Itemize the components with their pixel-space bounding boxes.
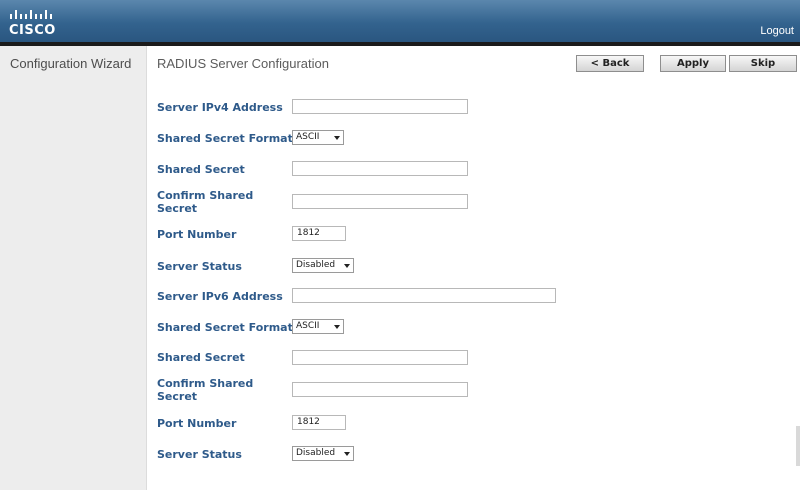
back-button[interactable]: < Back [576, 55, 644, 72]
ipv4-address-input[interactable] [292, 99, 468, 114]
ipv6-confirm-secret-input[interactable] [292, 382, 468, 397]
chevron-down-icon [334, 136, 340, 140]
ipv6-port-input[interactable]: 1812 [292, 415, 346, 430]
chevron-down-icon [344, 452, 350, 456]
ipv4-shared-secret-input[interactable] [292, 161, 468, 176]
page-title: RADIUS Server Configuration [157, 56, 329, 71]
ipv6-server-status-value: Disabled [296, 448, 336, 458]
ipv4-secret-format-value: ASCII [296, 132, 320, 142]
chevron-down-icon [344, 264, 350, 268]
ipv4-secret-format-select[interactable]: ASCII [292, 130, 344, 145]
ipv4-confirm-secret-label-line2: Secret [157, 202, 198, 215]
ipv4-port-label: Port Number [157, 228, 237, 241]
sidebar: Configuration Wizard [0, 46, 147, 490]
ipv6-server-status-label: Server Status [157, 448, 242, 461]
ipv4-confirm-secret-label: Confirm Shared Secret [157, 189, 277, 215]
ipv6-secret-format-value: ASCII [296, 321, 320, 331]
ipv4-server-status-value: Disabled [296, 260, 336, 270]
sidebar-item-configuration-wizard[interactable]: Configuration Wizard [10, 56, 131, 71]
ipv6-server-status-select[interactable]: Disabled [292, 446, 354, 461]
ipv4-shared-secret-label: Shared Secret [157, 163, 245, 176]
ipv4-confirm-secret-label-line1: Confirm Shared [157, 189, 254, 202]
ipv4-server-status-label: Server Status [157, 260, 242, 273]
ipv4-server-status-select[interactable]: Disabled [292, 258, 354, 273]
ipv4-secret-format-label: Shared Secret Format [157, 132, 293, 145]
apply-button[interactable]: Apply [660, 55, 726, 72]
ipv6-address-label: Server IPv6 Address [157, 290, 283, 303]
cisco-logo-text: CISCO [9, 23, 56, 38]
chevron-down-icon [334, 325, 340, 329]
ipv6-port-label: Port Number [157, 417, 237, 430]
ipv6-confirm-secret-label-line1: Confirm Shared [157, 377, 254, 390]
logout-link[interactable]: Logout [760, 25, 794, 37]
ipv6-address-input[interactable] [292, 288, 556, 303]
ipv6-confirm-secret-label: Confirm Shared Secret [157, 377, 277, 403]
vertical-scrollbar[interactable] [796, 426, 800, 466]
ipv4-port-input[interactable]: 1812 [292, 226, 346, 241]
ipv6-secret-format-label: Shared Secret Format [157, 321, 293, 334]
top-header-bar: CISCO Logout [0, 0, 800, 42]
ipv6-confirm-secret-label-line2: Secret [157, 390, 198, 403]
ipv6-secret-format-select[interactable]: ASCII [292, 319, 344, 334]
ipv6-shared-secret-input[interactable] [292, 350, 468, 365]
ipv4-confirm-secret-input[interactable] [292, 194, 468, 209]
skip-button[interactable]: Skip [729, 55, 797, 72]
ipv4-address-label: Server IPv4 Address [157, 101, 283, 114]
ipv6-shared-secret-label: Shared Secret [157, 351, 245, 364]
